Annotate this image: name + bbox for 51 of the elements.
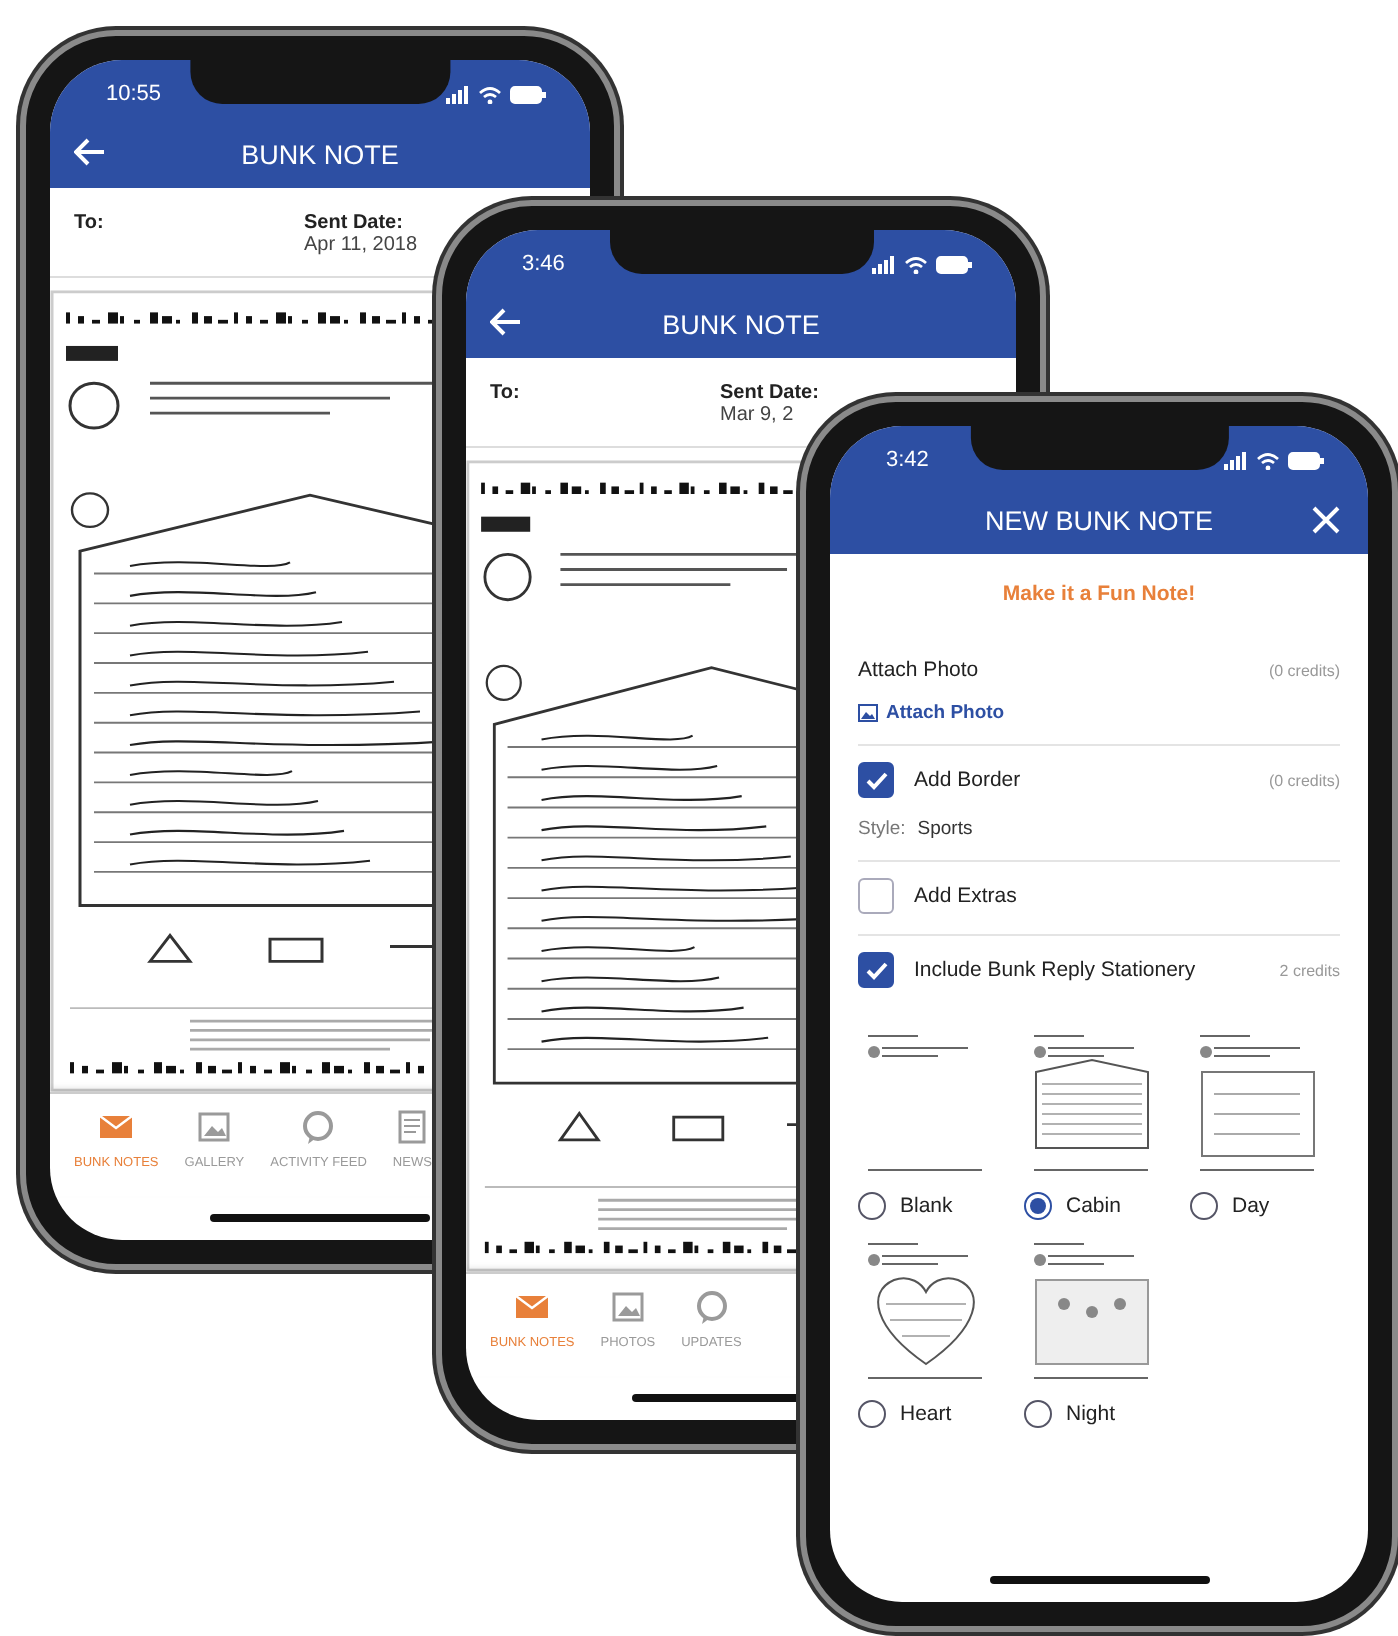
option-label: Add Extras [914, 884, 1017, 908]
credits-label: (0 credits) [1268, 661, 1340, 679]
attach-photo-link[interactable]: Attach Photo [858, 702, 1005, 724]
style-value: Sports [917, 818, 973, 840]
checkbox[interactable] [858, 878, 894, 914]
sent-date: Apr 11, 2018 [304, 234, 418, 256]
chat-bubble-icon [300, 1110, 337, 1146]
sent-date: Mar 9, 2 [720, 404, 796, 426]
signal-icon [872, 255, 896, 273]
promo-heading: Make it a Fun Note! [1000, 580, 1198, 610]
credits-label: (0 credits) [1268, 771, 1340, 789]
signal-icon [446, 85, 470, 103]
signal-icon [1224, 451, 1248, 469]
newspaper-icon [394, 1110, 431, 1146]
battery-icon [936, 255, 972, 273]
wifi-icon [478, 85, 502, 103]
to-label: To: [490, 382, 522, 408]
status-time: 3:42 [886, 448, 929, 472]
picture-icon [196, 1110, 233, 1146]
option-label: Attach Photo [858, 658, 979, 682]
sent-date-label: Sent Date: [304, 212, 405, 234]
credits-label: 2 credits [1279, 961, 1340, 979]
checkbox[interactable] [858, 762, 894, 798]
stationery-radio[interactable]: Blank [858, 1192, 1008, 1220]
to-label: To: [74, 212, 106, 238]
picture-icon [858, 704, 878, 722]
screen-title: BUNK NOTE [241, 139, 399, 169]
battery-icon [510, 85, 546, 103]
stationery-radio[interactable]: Heart [858, 1400, 1008, 1428]
chat-bubble-icon [693, 1290, 730, 1326]
checkbox[interactable] [858, 952, 894, 988]
option-label: Add Border [914, 768, 1021, 792]
checkmark-icon [865, 771, 887, 789]
screen-title: BUNK NOTE [662, 309, 820, 339]
checkmark-icon [865, 961, 887, 979]
picture-icon [609, 1290, 646, 1326]
stationery-radio[interactable]: Night [1024, 1400, 1174, 1428]
wifi-icon [1256, 451, 1280, 469]
style-label: Style: [858, 818, 906, 840]
battery-icon [1288, 451, 1324, 469]
stationery-radio[interactable]: Cabin [1024, 1192, 1174, 1220]
status-time: 3:46 [522, 252, 565, 276]
wifi-icon [904, 255, 928, 273]
option-label: Include Bunk Reply Stationery [914, 958, 1196, 982]
back-arrow-icon[interactable] [490, 308, 522, 336]
screen-title: NEW BUNK NOTE [984, 505, 1213, 535]
close-icon[interactable] [1312, 506, 1340, 534]
stationery-radio[interactable]: Day [1190, 1192, 1340, 1220]
sent-date-label: Sent Date: [720, 382, 819, 404]
back-arrow-icon[interactable] [74, 138, 106, 166]
status-time: 10:55 [106, 82, 162, 106]
